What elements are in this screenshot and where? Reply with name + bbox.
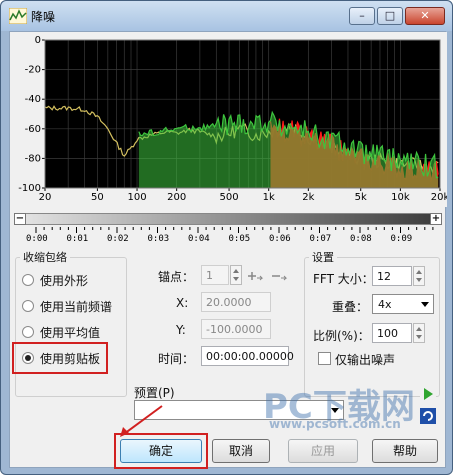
noise-reduction-window: 降噪 – □ ✕ 0 -20 -40 -60 -80 -100 20 50 100 200 500 1… (0, 0, 453, 475)
x-tick-label: 100 (127, 192, 146, 203)
preset-label: 预置(P) (134, 386, 175, 400)
help-button[interactable]: 帮助 (372, 439, 438, 463)
radio-label: 使用当前频谱 (40, 299, 113, 314)
radio-use-current-spectrum[interactable]: 使用当前频谱 (22, 298, 112, 314)
y-label: Y: (176, 323, 186, 337)
radio-label: 使用外形 (40, 273, 89, 288)
noise-only-checkbox[interactable] (318, 352, 331, 365)
x-tick-label: 5k (355, 192, 367, 203)
fft-size-spinner[interactable] (413, 266, 425, 286)
x-tick-label: 10k (391, 192, 410, 203)
timeline-scrollbar[interactable]: − + (14, 213, 442, 225)
x-tick-label: 50 (91, 192, 104, 203)
time-tick-label: 0:07 (309, 234, 332, 244)
overlap-value: 4x (378, 298, 392, 311)
x-tick-label: 20k (431, 192, 447, 203)
time-tick-label: 0:09 (390, 234, 413, 244)
y-tick-label: -20 (25, 65, 41, 76)
waveform-app-icon (9, 8, 27, 24)
noise-profile-chart[interactable]: 0 -20 -40 -60 -80 -10020 50 100 200 500 1k 2k 5k 10k 2… (10, 32, 447, 207)
x-tick-label: 2k (302, 192, 314, 203)
play-icon[interactable] (420, 386, 436, 402)
radio-use-shape[interactable]: 使用外形 (22, 272, 88, 288)
ratio-field[interactable]: 100 (372, 323, 412, 343)
y-tick-label: -60 (25, 124, 41, 135)
x-tick-label: 20 (39, 192, 52, 203)
overlap-select[interactable]: 4x (372, 294, 434, 314)
x-tick-label: 200 (167, 192, 186, 203)
x-tick-label: 1k (263, 192, 275, 203)
radio-label: 使用平均值 (40, 325, 101, 340)
apply-button[interactable]: 应用 (288, 439, 358, 463)
window-title: 降噪 (31, 10, 56, 24)
cancel-button[interactable]: 取消 (212, 439, 270, 463)
title-bar[interactable]: 降噪 – □ ✕ (1, 1, 452, 31)
annotation-arrow (120, 405, 163, 437)
time-tick-label: 0:06 (269, 234, 291, 244)
settings-group-title: 设置 (309, 249, 337, 265)
highlight-box-clipboard (12, 342, 108, 374)
radio-dot (22, 326, 34, 338)
anchor-field[interactable]: 1 (201, 265, 229, 285)
add-anchor-icon[interactable] (248, 268, 264, 284)
fft-size-label: FFT 大小： (313, 272, 374, 286)
anchor-label: 锚点： (158, 270, 195, 284)
noise-only-label: 仅输出噪声 (335, 353, 396, 367)
ratio-spinner[interactable] (413, 323, 425, 343)
y-tick-label: -80 (25, 153, 41, 164)
remove-anchor-icon[interactable] (272, 268, 288, 284)
y-tick-label: -100 (18, 183, 41, 194)
x-label: X: (176, 296, 189, 310)
x-field[interactable]: 20.0000 (201, 292, 271, 312)
fft-size-field[interactable]: 12 (372, 266, 412, 286)
minimize-button[interactable]: – (349, 7, 375, 25)
x-tick-label: 500 (220, 192, 239, 203)
y-tick-label: -40 (25, 94, 41, 105)
ratio-label: 比例(%)： (313, 329, 370, 343)
y-tick-label: 0 (35, 35, 41, 46)
shrink-group-title: 收缩包络 (20, 249, 70, 265)
time-field[interactable]: 00:00:00.00000 (201, 346, 294, 366)
loop-icon[interactable] (420, 408, 436, 424)
time-tick-label: 0:04 (188, 234, 210, 244)
time-tick-label: 0:05 (228, 234, 251, 244)
radio-use-average[interactable]: 使用平均值 (22, 324, 100, 340)
time-tick-label: 0:01 (66, 234, 89, 244)
overlap-label: 重叠： (332, 300, 369, 314)
maximize-button[interactable]: □ (377, 7, 403, 25)
time-tick-label: 0:02 (107, 234, 129, 244)
dialog-body: 0 -20 -40 -60 -80 -100 20 50 100 200 500 1k 2k 5k 10k 2… (9, 31, 447, 469)
time-tick-label: 0:08 (350, 234, 372, 244)
chevron-down-icon (421, 302, 429, 307)
zoom-out-button[interactable]: − (14, 213, 26, 225)
time-label: 时间： (158, 352, 195, 366)
time-tick-label: 0:00 (26, 234, 48, 244)
anchor-spinner[interactable] (230, 265, 242, 285)
radio-dot (22, 300, 34, 312)
zoom-in-button[interactable]: + (430, 213, 442, 225)
y-field[interactable]: -100.0000 (201, 319, 271, 339)
time-tick-label: 0:03 (147, 234, 170, 244)
chevron-down-icon (331, 408, 339, 413)
close-button[interactable]: ✕ (405, 7, 445, 25)
radio-dot (22, 274, 34, 286)
